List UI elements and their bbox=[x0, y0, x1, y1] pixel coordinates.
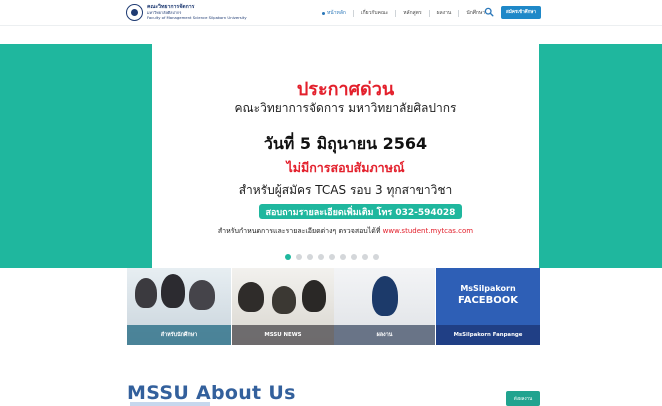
tile-caption: MsSilpakorn Fanpange bbox=[436, 325, 540, 345]
slider-dot[interactable] bbox=[373, 254, 379, 260]
nav-divider bbox=[428, 9, 430, 17]
slider-dot[interactable] bbox=[362, 254, 368, 260]
hero-note-link[interactable]: www.student.mytcas.com bbox=[383, 227, 473, 235]
nav-divider bbox=[352, 9, 354, 17]
hero-tcas: สำหรับผู้สมัคร TCAS รอบ 3 ทุกสาขาวิชา bbox=[238, 183, 453, 197]
about-button[interactable]: ดังผลงาน bbox=[506, 391, 540, 406]
main-nav: หน้าหลัก เกี่ยวกับคณะ หลักสูตร ผลงาน นัก… bbox=[322, 9, 485, 17]
faculty-logo[interactable]: คณะวิทยาการจัดการ มหาวิทยาลัยศิลปากร Fac… bbox=[126, 4, 247, 21]
facebook-title-line2: FACEBOOK bbox=[458, 295, 518, 306]
slider-dot[interactable] bbox=[285, 254, 291, 260]
slider-dot[interactable] bbox=[329, 254, 335, 260]
tile-caption: ผลงาน bbox=[334, 325, 435, 345]
about-title: MSSU About Us bbox=[127, 382, 296, 404]
student-photo bbox=[135, 278, 157, 308]
hero-side-right bbox=[539, 44, 662, 268]
hero-notice: ไม่มีการสอบสัมภาษณ์ bbox=[286, 160, 405, 175]
facebook-title-line1: MsSilpakorn bbox=[460, 284, 516, 293]
university-seal-icon bbox=[126, 4, 143, 21]
works-photo bbox=[372, 276, 398, 316]
logo-text: คณะวิทยาการจัดการ มหาวิทยาลัยศิลปากร Fac… bbox=[147, 4, 247, 21]
news-photo bbox=[238, 282, 264, 312]
facebook-title: MsSilpakorn FACEBOOK bbox=[436, 284, 540, 306]
student-photo bbox=[189, 280, 215, 310]
nav-item-programs[interactable]: หลักสูตร bbox=[403, 9, 421, 17]
nav-divider bbox=[458, 9, 460, 17]
hero-subtitle: คณะวิทยาการจัดการ มหาวิทยาลัยศิลปากร bbox=[234, 101, 457, 115]
hero-date: วันที่ 5 มิถุนายน 2564 bbox=[263, 134, 428, 153]
nav-item-works[interactable]: ผลงาน bbox=[437, 9, 452, 17]
logo-line-3: Faculty of Management Science Silpakorn … bbox=[147, 15, 247, 21]
news-photo bbox=[302, 280, 326, 312]
search-icon[interactable] bbox=[484, 7, 494, 17]
hero-side-left bbox=[0, 44, 152, 268]
hero-phone-banner: สอบถามรายละเอียดเพิ่มเติม โทร 032-594028 bbox=[259, 204, 462, 219]
tile-students[interactable]: สำหรับนักศึกษา bbox=[127, 268, 231, 345]
nav-item-about[interactable]: เกี่ยวกับคณะ bbox=[361, 9, 388, 17]
tile-caption: MSSU NEWS bbox=[232, 325, 334, 345]
nav-item-home[interactable]: หน้าหลัก bbox=[322, 9, 346, 17]
tile-facebook[interactable]: MsSilpakorn FACEBOOK MsSilpakorn Fanpang… bbox=[436, 268, 540, 345]
hero-note-text: สำหรับกำหนดการและรายละเอียดต่างๆ ตรวจสอบ… bbox=[217, 227, 381, 235]
nav-label: หน้าหลัก bbox=[327, 10, 346, 16]
slider-dot[interactable] bbox=[296, 254, 302, 260]
hero-note: สำหรับกำหนดการและรายละเอียดต่างๆ ตรวจสอบ… bbox=[152, 226, 539, 237]
student-photo bbox=[161, 274, 185, 308]
slider-dots bbox=[285, 254, 384, 260]
about-underline bbox=[130, 402, 210, 406]
slider-dot[interactable] bbox=[340, 254, 346, 260]
slider-dot[interactable] bbox=[307, 254, 313, 260]
site-header: คณะวิทยาการจัดการ มหาวิทยาลัยศิลปากร Fac… bbox=[0, 0, 662, 26]
apply-button[interactable]: สมัครเข้าศึกษา bbox=[501, 6, 541, 19]
tile-works[interactable]: ผลงาน bbox=[334, 268, 435, 345]
slider-dot[interactable] bbox=[318, 254, 324, 260]
slider-dot[interactable] bbox=[351, 254, 357, 260]
active-dot-icon bbox=[322, 11, 325, 15]
nav-item-students[interactable]: นักศึกษา bbox=[466, 9, 485, 17]
tile-caption: สำหรับนักศึกษา bbox=[127, 325, 231, 345]
news-photo bbox=[272, 286, 296, 314]
nav-divider bbox=[395, 9, 397, 17]
tile-news[interactable]: MSSU NEWS bbox=[232, 268, 334, 345]
